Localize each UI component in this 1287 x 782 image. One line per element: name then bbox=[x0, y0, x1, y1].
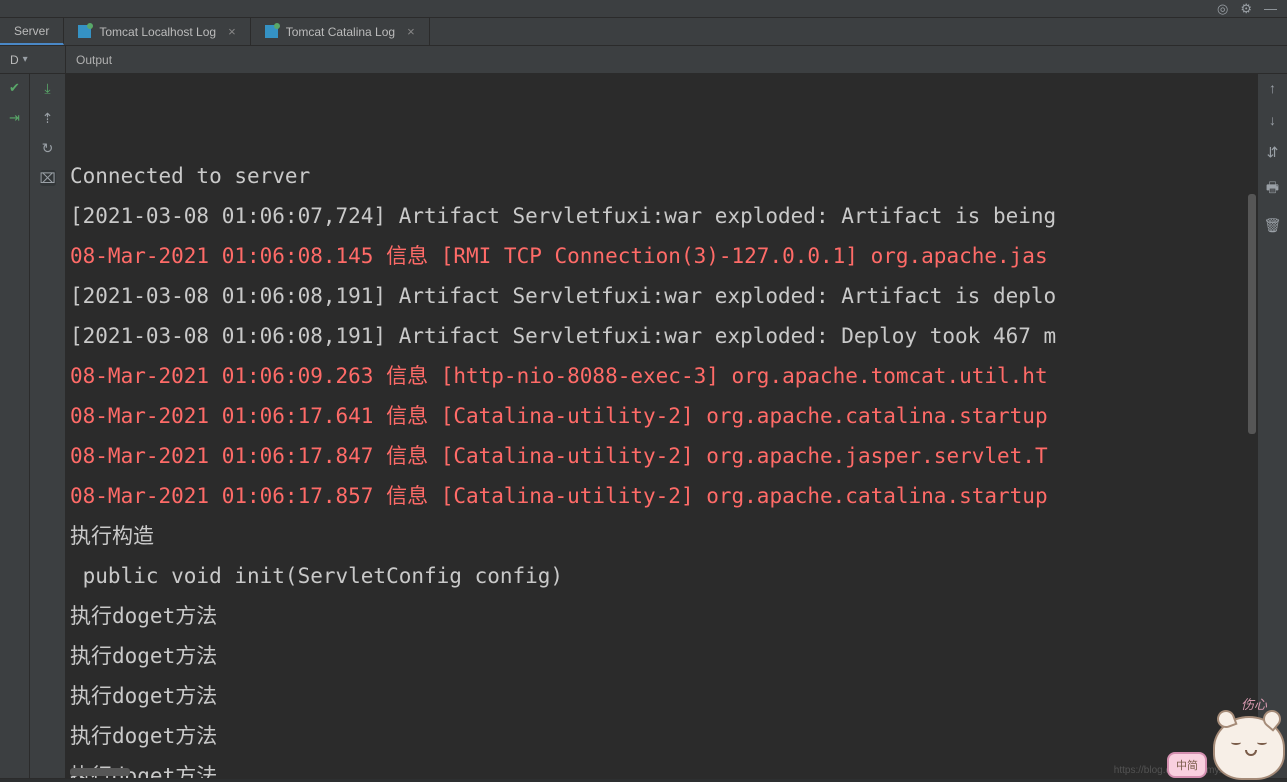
print-icon[interactable]: 🖶 bbox=[1266, 177, 1279, 201]
console-line: Connected to server bbox=[66, 156, 1257, 196]
arrow-up-icon[interactable]: ↑ bbox=[1269, 80, 1276, 96]
console-line: 执行doget方法 bbox=[66, 596, 1257, 636]
console-line: 08-Mar-2021 01:06:08.145 信息 [RMI TCP Con… bbox=[66, 236, 1257, 276]
up-icon[interactable]: ⇡ bbox=[40, 110, 56, 126]
tab-server[interactable]: Server bbox=[0, 18, 64, 45]
close-icon[interactable]: × bbox=[407, 24, 415, 39]
tab-catalina-log[interactable]: Tomcat Catalina Log × bbox=[251, 18, 430, 45]
mascot-bubble: 中简 bbox=[1167, 752, 1207, 778]
console-gutter: ⤓ ⇡ ↻ ⌧ bbox=[30, 74, 66, 778]
console-line: 08-Mar-2021 01:06:09.263 信息 [http-nio-80… bbox=[66, 356, 1257, 396]
trash-icon[interactable]: 🗑 bbox=[1264, 217, 1282, 234]
close-icon[interactable]: × bbox=[228, 24, 236, 39]
horizontal-scrollbar[interactable] bbox=[70, 768, 130, 776]
vertical-scrollbar[interactable] bbox=[1248, 194, 1256, 434]
console-right-gutter: ↑ ↓ ⇵ 🖶 🗑 bbox=[1257, 74, 1287, 778]
console-line: 08-Mar-2021 01:06:17.857 信息 [Catalina-ut… bbox=[66, 476, 1257, 516]
console-line: 执行doget方法 bbox=[66, 716, 1257, 756]
output-label: Output bbox=[66, 53, 112, 67]
tab-label: Tomcat Localhost Log bbox=[99, 25, 216, 39]
console-line: 08-Mar-2021 01:06:17.847 信息 [Catalina-ut… bbox=[66, 436, 1257, 476]
tab-localhost-log[interactable]: Tomcat Localhost Log × bbox=[64, 18, 250, 45]
main-area: ✔ ⇥ ⤓ ⇡ ↻ ⌧ Connected to server[2021-03-… bbox=[0, 74, 1287, 778]
window-topbar: ◎ ⚙ — bbox=[0, 0, 1287, 18]
soft-wrap-icon[interactable]: ⌧ bbox=[40, 170, 56, 186]
debug-label: D bbox=[10, 53, 19, 67]
status-bar bbox=[0, 778, 1287, 782]
console-line: 执行doget方法 bbox=[66, 676, 1257, 716]
tomcat-icon bbox=[78, 25, 91, 38]
mascot-tag: 伤心 bbox=[1241, 694, 1267, 713]
output-header: D ▾ Output bbox=[0, 46, 1287, 74]
mascot-body bbox=[1213, 716, 1285, 780]
tab-label: Server bbox=[14, 24, 49, 38]
console-line: [2021-03-08 01:06:07,724] Artifact Servl… bbox=[66, 196, 1257, 236]
console-output[interactable]: Connected to server[2021-03-08 01:06:07,… bbox=[66, 74, 1257, 778]
tab-label: Tomcat Catalina Log bbox=[286, 25, 395, 39]
mascot-decoration: 伤心 中简 bbox=[1189, 700, 1285, 780]
reload-icon[interactable]: ↻ bbox=[40, 140, 56, 156]
globe-icon[interactable]: ◎ bbox=[1217, 1, 1228, 17]
check-icon[interactable]: ✔ bbox=[7, 80, 23, 96]
console-line: [2021-03-08 01:06:08,191] Artifact Servl… bbox=[66, 316, 1257, 356]
console-line: 执行doget方法 bbox=[66, 756, 1257, 778]
console-line: [2021-03-08 01:06:08,191] Artifact Servl… bbox=[66, 276, 1257, 316]
minimize-icon[interactable]: — bbox=[1264, 1, 1277, 16]
console-line: public void init(ServletConfig config) bbox=[66, 556, 1257, 596]
tomcat-icon bbox=[265, 25, 278, 38]
arrow-down-icon[interactable]: ↓ bbox=[1269, 112, 1276, 128]
step-icon[interactable]: ⇥ bbox=[7, 110, 23, 126]
compare-icon[interactable]: ⇵ bbox=[1267, 144, 1279, 161]
tool-tabs: Server Tomcat Localhost Log × Tomcat Cat… bbox=[0, 18, 1287, 46]
run-gutter: ✔ ⇥ bbox=[0, 74, 30, 778]
console-line: 执行构造 bbox=[66, 516, 1257, 556]
console-line: 08-Mar-2021 01:06:17.641 信息 [Catalina-ut… bbox=[66, 396, 1257, 436]
console-line: 执行doget方法 bbox=[66, 636, 1257, 676]
chevron-down-icon: ▾ bbox=[23, 54, 28, 65]
restart-icon[interactable]: ⤓ bbox=[40, 80, 56, 96]
debug-dropdown[interactable]: D ▾ bbox=[0, 46, 66, 73]
gear-icon[interactable]: ⚙ bbox=[1240, 1, 1252, 17]
